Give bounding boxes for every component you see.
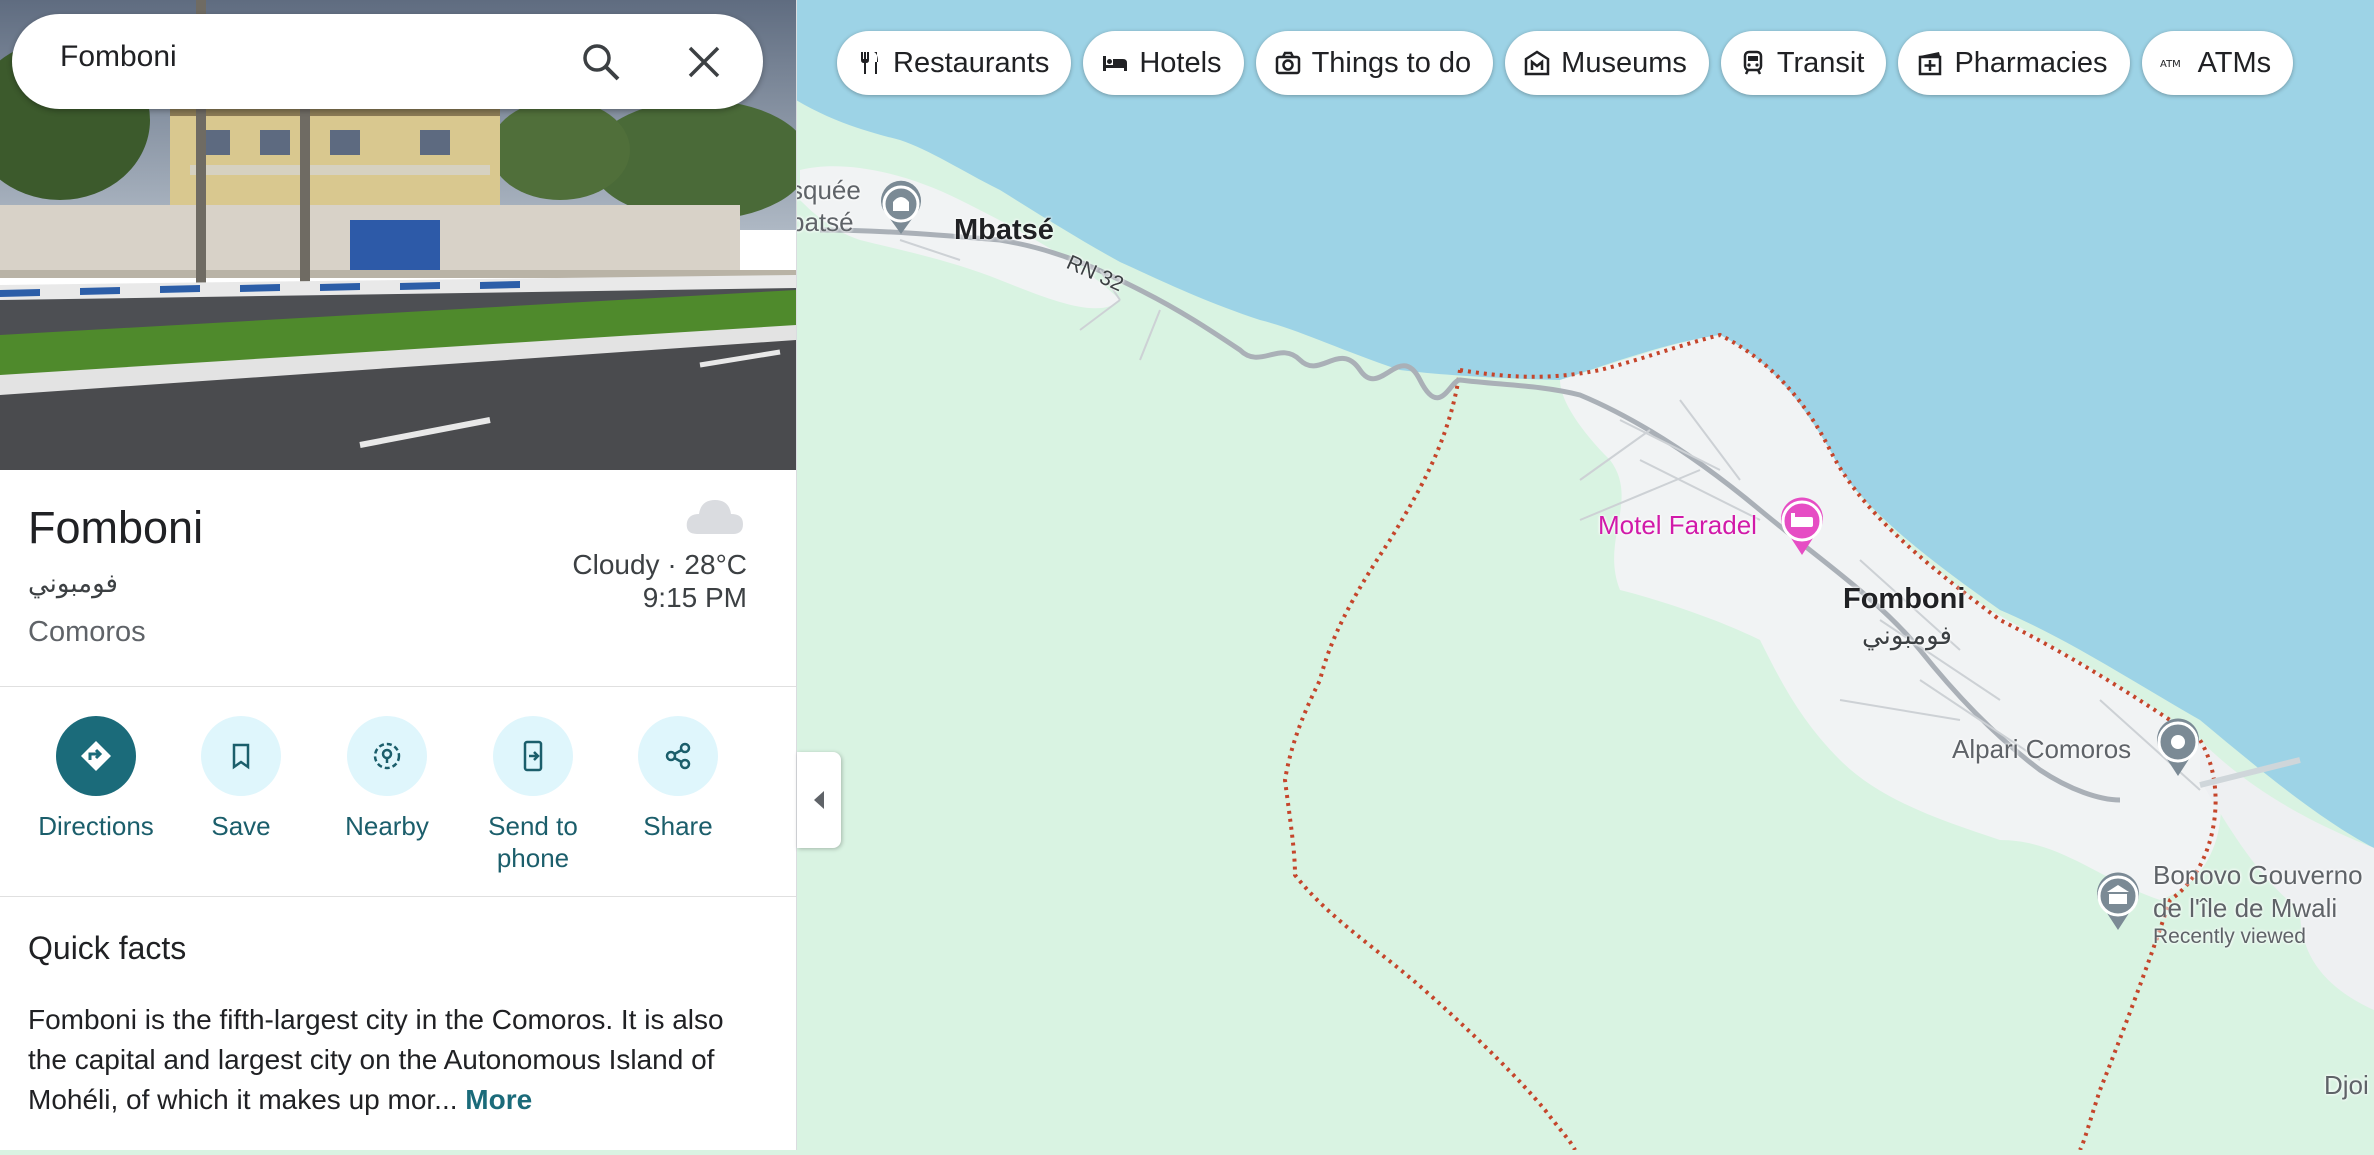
action-label: Send to phone: [488, 811, 578, 873]
map-label-government-line1[interactable]: Bonovo Gouverno: [2153, 860, 2363, 891]
divider: [0, 686, 796, 687]
nearby-button[interactable]: Nearby: [317, 716, 457, 842]
send-to-phone-icon-wrap: [493, 716, 573, 796]
chip-label: Restaurants: [893, 46, 1050, 79]
chip-things-to-do[interactable]: Things to do: [1255, 31, 1494, 95]
action-label: Directions: [38, 811, 154, 841]
camera-icon: [1275, 51, 1300, 75]
weather-info: Cloudy · 28°C 9:15 PM: [572, 548, 747, 614]
action-label: Share: [643, 811, 713, 841]
cloud-icon: [686, 500, 743, 534]
map-label-alpari[interactable]: Alpari Comoros: [1952, 734, 2131, 765]
chip-hotels[interactable]: Hotels: [1083, 31, 1244, 95]
map-label-town-arabic: فومبوني: [1862, 620, 1952, 650]
map-label-government-line2[interactable]: de l'île de Mwali: [2153, 893, 2337, 924]
museum-icon: [1524, 50, 1550, 76]
save-icon-wrap: [201, 716, 281, 796]
share-icon: [665, 742, 691, 770]
chip-label: Museums: [1561, 46, 1687, 79]
weather-condition: Cloudy · 28°C: [572, 549, 747, 580]
collapse-panel-button[interactable]: [797, 752, 841, 848]
category-chips: Restaurants Hotels Things to do Museums …: [837, 31, 2294, 95]
search-icon[interactable]: [580, 41, 622, 83]
chip-label: Transit: [1776, 46, 1865, 79]
directions-button[interactable]: Directions: [26, 716, 166, 842]
save-button[interactable]: Save: [171, 716, 311, 842]
directions-icon: [81, 741, 111, 771]
quick-facts-body: Fomboni is the fifth-largest city in the…: [28, 1000, 758, 1120]
chip-label: Hotels: [1139, 46, 1222, 79]
bookmark-icon: [232, 743, 250, 770]
search-input[interactable]: Fomboni: [60, 40, 177, 74]
close-icon[interactable]: [684, 42, 724, 82]
pharmacy-icon: [1919, 52, 1942, 76]
caret-left-icon: [814, 791, 824, 809]
map-label-djoi: Djoi: [2324, 1070, 2369, 1100]
atm-icon: ATM: [2160, 59, 2181, 70]
chip-label: ATMs: [2197, 46, 2272, 79]
mosque-pin-icon[interactable]: [876, 180, 926, 236]
chip-museums[interactable]: Museums: [1505, 31, 1709, 95]
quick-facts-text: Fomboni is the fifth-largest city in the…: [28, 1004, 724, 1115]
local-time: 9:15 PM: [642, 582, 747, 613]
chip-transit[interactable]: Transit: [1720, 31, 1887, 95]
transit-icon: [1743, 50, 1763, 75]
chip-pharmacies[interactable]: Pharmacies: [1898, 31, 2130, 95]
restaurant-icon: [861, 52, 878, 74]
place-country: Comoros: [28, 616, 146, 648]
place-photo[interactable]: Fomboni: [0, 0, 796, 470]
share-icon-wrap: [638, 716, 718, 796]
share-button[interactable]: Share: [608, 716, 748, 842]
search-box[interactable]: Fomboni: [12, 14, 763, 109]
map-label-hotel[interactable]: Motel Faradel: [1598, 510, 1757, 541]
send-to-phone-button[interactable]: Send to phone: [463, 716, 603, 874]
quick-facts-title: Quick facts: [28, 930, 187, 966]
location-pin-icon[interactable]: [2153, 718, 2203, 778]
more-link[interactable]: More: [465, 1084, 532, 1115]
map-label-mosque-line2: batsé: [790, 207, 854, 237]
hotel-icon: [1103, 56, 1128, 71]
place-panel: Fomboni Fomboni فومبوني Comoros Cloudy ·…: [0, 0, 797, 1150]
nearby-icon: [373, 742, 401, 770]
map-label-mbatse[interactable]: Mbatsé: [954, 214, 1054, 247]
map-label-recently-viewed: Recently viewed: [2153, 925, 2306, 948]
action-label: Save: [211, 811, 271, 841]
place-title: Fomboni: [28, 502, 204, 553]
map-label-town[interactable]: Fomboni: [1843, 583, 1965, 616]
place-local-name: فومبوني: [28, 568, 118, 598]
nearby-icon-wrap: [347, 716, 427, 796]
chip-label: Pharmacies: [1954, 46, 2108, 79]
chip-atms[interactable]: ATM ATMs: [2141, 31, 2294, 95]
directions-icon-wrap: [56, 716, 136, 796]
chip-restaurants[interactable]: Restaurants: [837, 31, 1072, 95]
divider: [0, 896, 796, 897]
chip-label: Things to do: [1311, 46, 1472, 79]
map-label-mosque-line1: squée: [790, 175, 861, 205]
hotel-pin-icon[interactable]: [1777, 497, 1827, 557]
action-label: Nearby: [345, 811, 429, 841]
government-pin-icon[interactable]: [2093, 872, 2143, 932]
send-to-phone-icon: [523, 740, 543, 772]
svg-text:ATM: ATM: [2160, 59, 2181, 70]
